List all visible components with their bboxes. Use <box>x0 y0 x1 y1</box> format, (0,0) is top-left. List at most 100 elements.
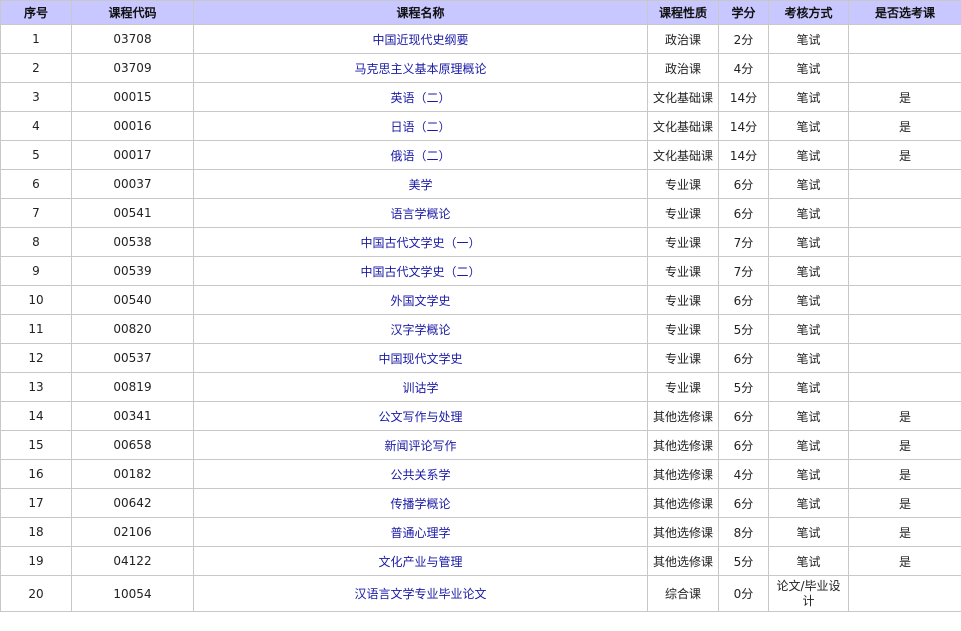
row-name-cell: 俄语（二） <box>193 140 648 170</box>
row-type-cell: 综合课 <box>647 575 719 612</box>
table-row: 12 00537 中国现代文学史 专业课 6分 笔试 <box>0 343 961 373</box>
row-type-cell: 其他选修课 <box>647 401 719 431</box>
row-exam-cell: 笔试 <box>768 140 849 170</box>
table-row: 7 00541 语言学概论 专业课 6分 笔试 <box>0 198 961 228</box>
header-code: 课程代码 <box>71 0 194 25</box>
row-no-cell: 8 <box>0 227 72 257</box>
row-code-cell: 00016 <box>71 111 194 141</box>
row-name-cell: 公共关系学 <box>193 459 648 489</box>
course-name-link[interactable]: 汉字学概论 <box>390 323 450 337</box>
course-name-link[interactable]: 语言学概论 <box>390 207 450 221</box>
row-exam-cell: 笔试 <box>768 111 849 141</box>
course-name-link[interactable]: 外国文学史 <box>390 294 450 308</box>
row-credit-cell: 2分 <box>718 24 769 54</box>
row-name-cell: 中国古代文学史（二） <box>193 256 648 286</box>
table-row: 15 00658 新闻评论写作 其他选修课 6分 笔试是 <box>0 430 961 460</box>
course-name-link[interactable]: 传播学概论 <box>390 497 450 511</box>
table-row: 20 10054 汉语言文学专业毕业论文 综合课 0分 论文/毕业设计 <box>0 575 961 612</box>
row-no-cell: 2 <box>0 53 72 83</box>
row-credit-cell: 7分 <box>718 256 769 286</box>
row-credit-cell: 6分 <box>718 198 769 228</box>
row-exam-cell: 笔试 <box>768 488 849 518</box>
course-table: 序号 课程代码 课程名称 课程性质 学分 考核方式 是否选考课 1 03708 中国… <box>0 0 961 612</box>
row-name-cell: 训诂学 <box>193 372 648 402</box>
table-row: 6 00037 美学 专业课 6分 笔试 <box>0 169 961 199</box>
row-credit-cell: 4分 <box>718 53 769 83</box>
course-name-link[interactable]: 公共关系学 <box>390 468 450 482</box>
row-code-cell: 10054 <box>71 575 194 612</box>
row-code-cell: 00015 <box>71 82 194 112</box>
row-name-cell: 汉语言文学专业毕业论文 <box>193 575 648 612</box>
row-code-cell: 00642 <box>71 488 194 518</box>
row-name-cell: 英语（二） <box>193 82 648 112</box>
row-name-cell: 公文写作与处理 <box>193 401 648 431</box>
row-type-cell: 专业课 <box>647 198 719 228</box>
row-exam-cell: 笔试 <box>768 53 849 83</box>
course-name-link[interactable]: 俄语（二） <box>390 149 450 163</box>
table-row: 3 00015 英语（二） 文化基础课 14分 笔试是 <box>0 82 961 112</box>
row-code-cell: 00037 <box>71 169 194 199</box>
row-elective-cell: 是 <box>848 82 961 112</box>
table-row: 16 00182 公共关系学 其他选修课 4分 笔试是 <box>0 459 961 489</box>
row-type-cell: 其他选修课 <box>647 488 719 518</box>
course-name-link[interactable]: 中国古代文学史（二） <box>360 265 480 279</box>
course-name-link[interactable]: 新闻评论写作 <box>384 439 456 453</box>
row-elective-cell <box>848 169 961 199</box>
row-no-cell: 4 <box>0 111 72 141</box>
course-name-link[interactable]: 训诂学 <box>402 381 438 395</box>
course-name-link[interactable]: 公文写作与处理 <box>378 410 462 424</box>
course-name-link[interactable]: 中国近现代史纲要 <box>372 33 468 47</box>
row-credit-cell: 14分 <box>718 111 769 141</box>
row-elective-cell <box>848 24 961 54</box>
row-elective-cell: 是 <box>848 546 961 576</box>
row-credit-cell: 6分 <box>718 343 769 373</box>
row-credit-cell: 6分 <box>718 401 769 431</box>
row-exam-cell: 笔试 <box>768 430 849 460</box>
course-name-link[interactable]: 汉语言文学专业毕业论文 <box>354 587 486 601</box>
course-name-link[interactable]: 中国古代文学史（一） <box>360 236 480 250</box>
row-credit-cell: 5分 <box>718 372 769 402</box>
row-exam-cell: 笔试 <box>768 314 849 344</box>
row-code-cell: 03709 <box>71 53 194 83</box>
row-no-cell: 13 <box>0 372 72 402</box>
row-type-cell: 其他选修课 <box>647 546 719 576</box>
row-credit-cell: 7分 <box>718 227 769 257</box>
row-no-cell: 9 <box>0 256 72 286</box>
row-name-cell: 传播学概论 <box>193 488 648 518</box>
row-elective-cell <box>848 314 961 344</box>
row-exam-cell: 笔试 <box>768 82 849 112</box>
row-credit-cell: 5分 <box>718 314 769 344</box>
course-name-link[interactable]: 文化产业与管理 <box>378 555 462 569</box>
row-credit-cell: 14分 <box>718 140 769 170</box>
row-exam-cell: 笔试 <box>768 517 849 547</box>
course-name-link[interactable]: 中国现代文学史 <box>378 352 462 366</box>
row-code-cell: 00540 <box>71 285 194 315</box>
table-row: 13 00819 训诂学 专业课 5分 笔试 <box>0 372 961 402</box>
table-row: 1 03708 中国近现代史纲要 政治课 2分 笔试 <box>0 24 961 54</box>
row-elective-cell: 是 <box>848 430 961 460</box>
row-type-cell: 专业课 <box>647 227 719 257</box>
header-credit: 学分 <box>718 0 769 25</box>
table-row: 14 00341 公文写作与处理 其他选修课 6分 笔试是 <box>0 401 961 431</box>
table-row: 18 02106 普通心理学 其他选修课 8分 笔试是 <box>0 517 961 547</box>
row-no-cell: 11 <box>0 314 72 344</box>
course-name-link[interactable]: 普通心理学 <box>390 526 450 540</box>
header-type: 课程性质 <box>647 0 719 25</box>
row-code-cell: 00537 <box>71 343 194 373</box>
row-name-cell: 普通心理学 <box>193 517 648 547</box>
course-name-link[interactable]: 英语（二） <box>390 91 450 105</box>
table-row: 10 00540 外国文学史 专业课 6分 笔试 <box>0 285 961 315</box>
row-elective-cell <box>848 575 961 612</box>
row-code-cell: 00539 <box>71 256 194 286</box>
row-no-cell: 3 <box>0 82 72 112</box>
course-name-link[interactable]: 美学 <box>408 178 432 192</box>
course-name-link[interactable]: 日语（二） <box>390 120 450 134</box>
row-exam-cell: 论文/毕业设计 <box>768 575 849 612</box>
row-type-cell: 专业课 <box>647 343 719 373</box>
row-elective-cell <box>848 53 961 83</box>
row-exam-cell: 笔试 <box>768 198 849 228</box>
header-no: 序号 <box>0 0 72 25</box>
row-name-cell: 马克思主义基本原理概论 <box>193 53 648 83</box>
course-name-link[interactable]: 马克思主义基本原理概论 <box>354 62 486 76</box>
header-exam: 考核方式 <box>768 0 849 25</box>
